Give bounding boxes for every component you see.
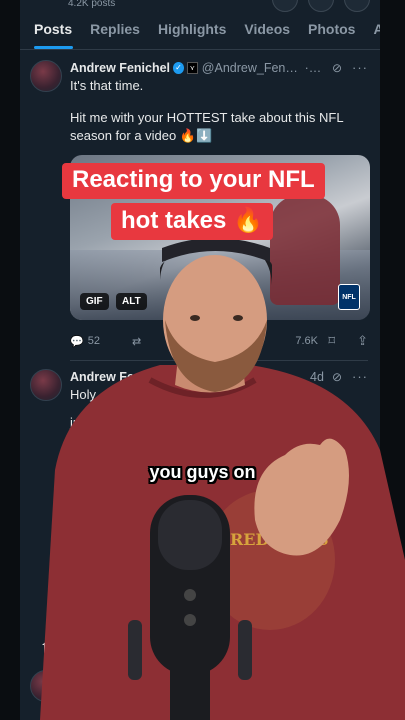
tab-replies[interactable]: Replies	[81, 21, 149, 49]
author-name[interactable]: Ar	[70, 670, 83, 684]
tweet-header: Andrew Fe 4d ⊘ ···	[70, 369, 368, 384]
author-handle[interactable]: @Andrew_Fenich...	[202, 61, 301, 75]
tab-photos[interactable]: Photos	[299, 21, 364, 49]
views-count: 7.6K	[295, 335, 318, 347]
alt-badge[interactable]: ALT	[116, 293, 147, 310]
twitter-profile-screen: 4.2K posts Posts Replies Highlights Vide…	[20, 0, 380, 720]
tweet-text-fragment: ju	[70, 415, 81, 430]
retweet-icon: ⇄	[132, 335, 142, 348]
profile-header: 4.2K posts Posts Replies Highlights Vide…	[20, 0, 380, 50]
tweet-time[interactable]: 4d	[310, 370, 324, 384]
avatar[interactable]	[30, 60, 62, 92]
header-action-buttons	[272, 0, 370, 12]
tweet-text: Holy	[70, 386, 368, 404]
right-letterbox	[380, 0, 405, 720]
bookmark-icon[interactable]: ⌑	[328, 333, 335, 349]
grok-icon[interactable]: ⊘	[332, 370, 342, 384]
tweet-line: Holy	[70, 387, 97, 402]
tweet-actions-right: ⌑ ⇪	[328, 333, 368, 349]
video-title-line2: hot takes 🔥	[111, 203, 273, 240]
tweet-actions: 💬 52 ⇄ 7.6K ⌑ ⇪	[70, 330, 368, 352]
reply-button[interactable]: 💬 52	[70, 335, 132, 348]
tab-posts[interactable]: Posts	[20, 21, 81, 49]
tweet-header: Andrew Fenichel ✓ ⋎ @Andrew_Fenich... · …	[70, 60, 368, 75]
affiliation-icon: ⋎	[186, 61, 198, 74]
video-title-line1: Reacting to your NFL	[62, 163, 325, 199]
profile-tabs: Posts Replies Highlights Videos Photos A…	[20, 21, 380, 49]
reply-icon: 💬	[70, 335, 84, 348]
post-count: 4.2K posts	[68, 0, 116, 9]
tweet[interactable]: Andrew Fe 4d ⊘ ··· Holy ju a Kobe and I …	[20, 361, 380, 606]
verified-icon: ✓	[173, 61, 184, 74]
nfl-logo-icon: NFL	[338, 284, 360, 310]
header-button[interactable]	[272, 0, 298, 12]
header-button[interactable]	[344, 0, 370, 12]
bottom-navigation: Ar m	[20, 630, 380, 720]
left-letterbox	[0, 0, 20, 720]
tweet-text: m	[70, 686, 80, 700]
grok-icon[interactable]: ⊘	[332, 61, 342, 75]
views-button[interactable]: 7.6K	[256, 335, 318, 347]
quoted-media-text: Kobe and I is fol team supe	[76, 518, 102, 586]
more-icon[interactable]: ···	[352, 60, 368, 75]
tab-articles[interactable]: Art	[364, 21, 380, 49]
tweet-body-area: ju a Kobe and I is fol team supe	[70, 415, 370, 606]
quoted-media-card[interactable]: Kobe and I is fol team supe	[70, 511, 180, 601]
tab-videos[interactable]: Videos	[235, 21, 299, 49]
author-name[interactable]: Andrew Fenichel	[70, 61, 170, 75]
tab-highlights[interactable]: Highlights	[149, 21, 235, 49]
avatar[interactable]	[30, 670, 62, 702]
header-button[interactable]	[308, 0, 334, 12]
tweet-text: It's that time. Hit me with your HOTTEST…	[70, 77, 368, 145]
share-icon[interactable]: ⇪	[357, 333, 368, 349]
tweet-time[interactable]: · 2d	[305, 61, 324, 75]
media-figure	[270, 195, 340, 305]
gif-badge: GIF	[80, 293, 109, 310]
author-name[interactable]: Andrew Fe	[70, 370, 134, 384]
tweet-text-fragment: a	[70, 433, 78, 448]
avatar[interactable]	[30, 369, 62, 401]
tweet-line: It's that time.	[70, 78, 144, 93]
tweet-line: Hit me with your HOTTEST take about this…	[70, 110, 344, 143]
home-icon[interactable]	[40, 636, 60, 656]
reply-count: 52	[87, 335, 100, 347]
video-caption: you guys on	[149, 462, 256, 482]
more-icon[interactable]: ···	[352, 369, 368, 384]
retweet-button[interactable]: ⇄	[132, 335, 194, 348]
